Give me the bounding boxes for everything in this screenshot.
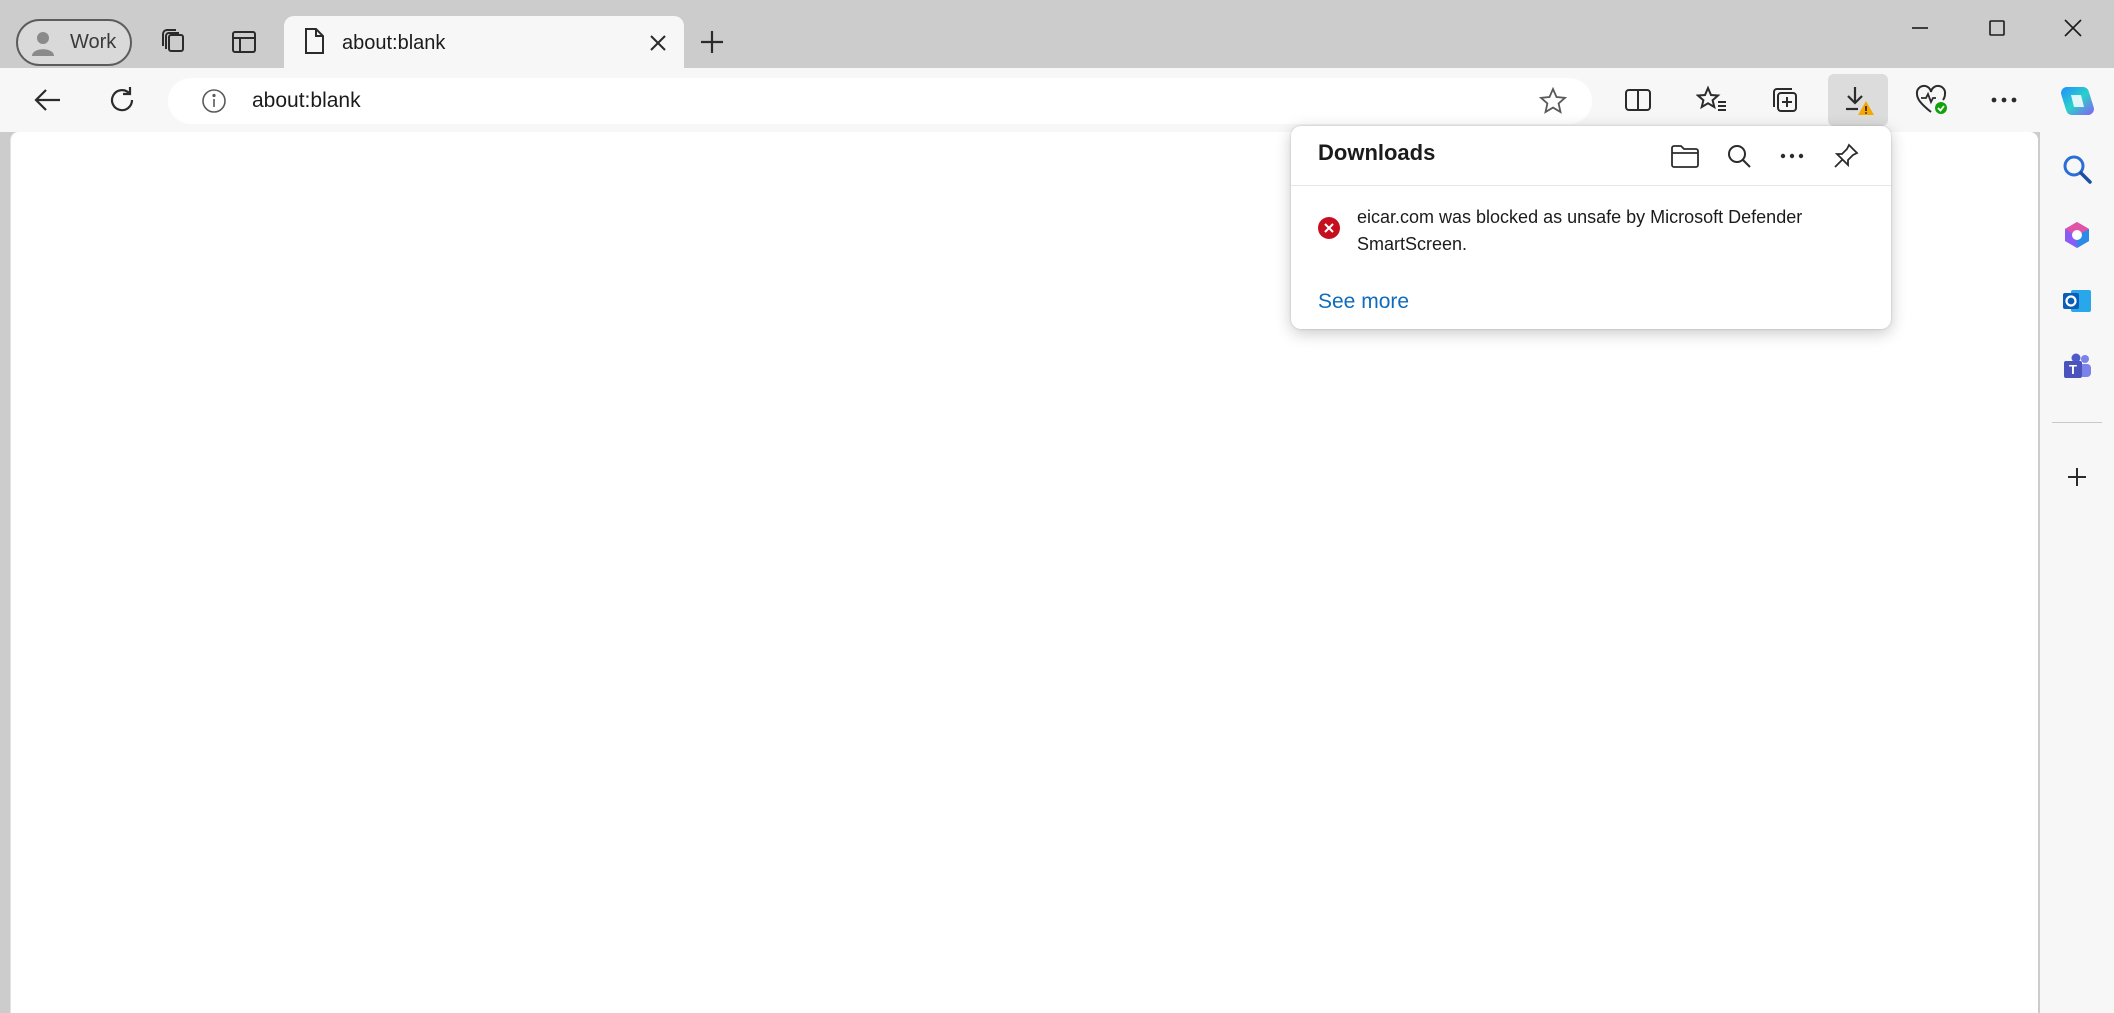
downloads-title: Downloads [1318,140,1436,165]
downloads-flyout: Downloads eicar.com was blocked as unsaf… [1291,126,1891,329]
maximize-icon[interactable] [1962,4,2032,52]
see-more-link[interactable]: See more [1318,290,1409,314]
collections-icon[interactable] [1755,74,1815,126]
sidebar-divider [2052,422,2102,423]
search-downloads-icon[interactable] [1719,136,1759,176]
profile-avatar-icon [28,28,58,58]
vertical-tabs-icon[interactable] [222,20,266,64]
workspaces-icon[interactable] [152,20,196,64]
title-bar: Work about:blank [0,0,2114,70]
browser-essentials-icon[interactable] [1902,74,1962,126]
pin-icon[interactable] [1826,136,1866,176]
search-icon[interactable] [2052,144,2102,194]
back-icon[interactable] [18,74,78,126]
m365-icon[interactable] [2052,210,2102,260]
profile-button[interactable]: Work [16,19,132,66]
url-input[interactable] [252,89,1452,113]
more-options-icon[interactable] [1772,136,1812,176]
address-bar[interactable] [168,78,1592,124]
close-icon[interactable] [638,23,678,63]
favorite-star-icon[interactable] [1534,82,1572,120]
download-message: eicar.com was blocked as unsafe by Micro… [1357,207,1803,254]
tab-about-blank[interactable]: about:blank [284,16,684,70]
new-tab-icon[interactable] [690,20,734,64]
split-screen-icon[interactable] [1608,74,1668,126]
outlook-icon[interactable] [2052,276,2102,326]
blocked-error-icon [1317,216,1341,240]
minimize-icon[interactable] [1885,4,1955,52]
window-close-icon[interactable] [2038,4,2108,52]
favorites-icon[interactable] [1682,74,1742,126]
download-item[interactable]: eicar.com was blocked as unsafe by Micro… [1317,204,1877,264]
downloads-warning-icon[interactable] [1828,74,1888,126]
toolbar [0,68,2114,132]
page-icon [302,27,326,60]
add-icon[interactable] [2052,452,2102,502]
open-folder-icon[interactable] [1665,136,1705,176]
downloads-header: Downloads [1291,126,1891,186]
copilot-icon[interactable] [2052,76,2102,126]
more-icon[interactable] [1974,74,2034,126]
info-icon[interactable] [196,83,232,119]
profile-label: Work [70,31,117,53]
teams-icon[interactable]: T [2052,342,2102,392]
tab-title: about:blank [342,31,446,54]
sidebar: T [2040,68,2114,1013]
refresh-icon[interactable] [92,74,152,126]
svg-text:T: T [2069,362,2077,377]
